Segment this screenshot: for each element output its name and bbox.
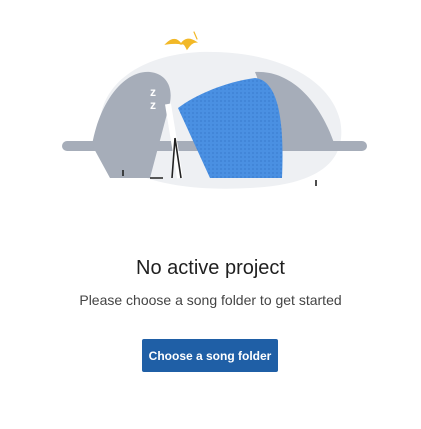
sleep-letter: z xyxy=(150,98,156,112)
bird-icon xyxy=(164,31,198,51)
sleep-letter: z xyxy=(113,72,118,83)
empty-state-title: No active project xyxy=(136,257,285,279)
sleep-letter: z xyxy=(150,85,156,99)
choose-song-folder-button[interactable]: Choose a song folder xyxy=(142,339,278,372)
empty-state-illustration: z z z xyxy=(0,0,421,240)
empty-state-subtitle: Please choose a song folder to get start… xyxy=(79,292,342,308)
